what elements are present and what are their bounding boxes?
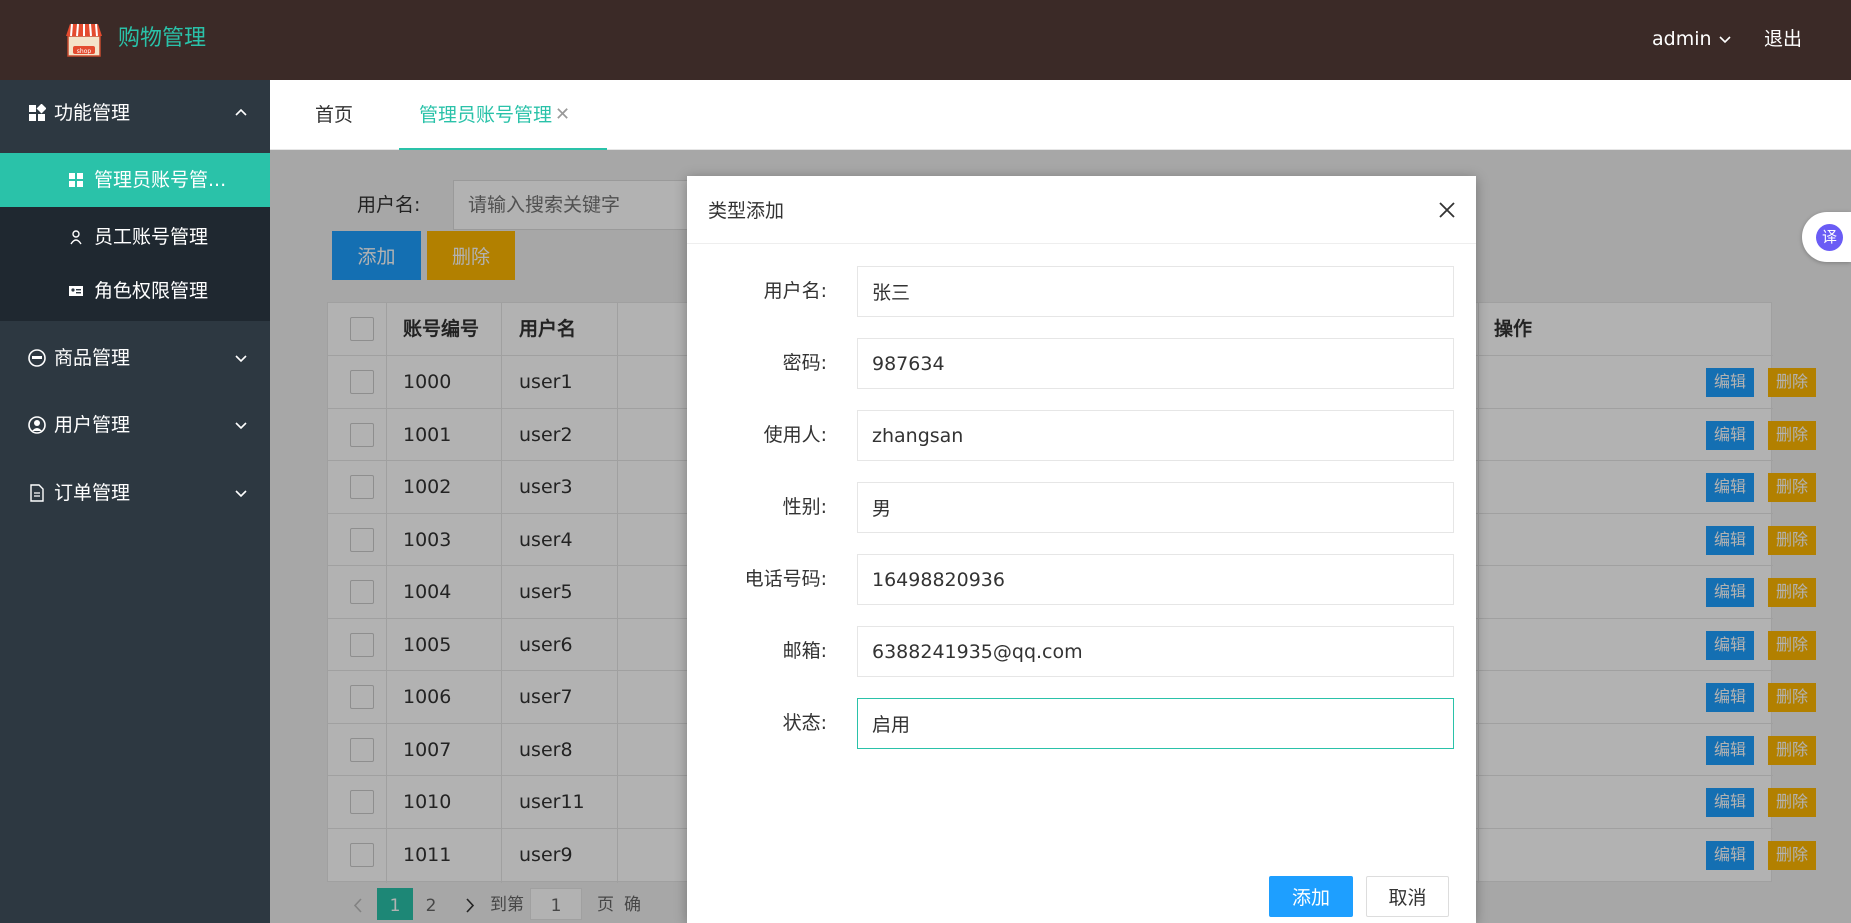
username-label: 用户名: xyxy=(763,280,827,302)
tab-admin-accounts[interactable]: 管理员账号管理 ✕ xyxy=(399,80,607,150)
username-field[interactable] xyxy=(857,266,1454,317)
sidebar-group-label: 订单管理 xyxy=(54,482,131,504)
logout-link[interactable]: 退出 xyxy=(1764,24,1802,54)
dialog-header: 类型添加 xyxy=(687,176,1476,244)
chevron-down-icon xyxy=(1718,36,1731,44)
sidebar-group-label: 功能管理 xyxy=(54,102,131,124)
password-field[interactable] xyxy=(857,338,1454,389)
chevron-down-icon xyxy=(235,355,247,363)
grid-icon xyxy=(69,173,83,187)
dialog-add-button[interactable]: 添加 xyxy=(1269,876,1353,917)
tab-home[interactable]: 首页 xyxy=(315,80,353,150)
person-icon xyxy=(70,230,82,245)
chevron-down-icon xyxy=(235,490,247,498)
sidebar-item-admin-accounts[interactable]: 管理员账号管... xyxy=(0,153,270,207)
close-icon[interactable]: ✕ xyxy=(555,80,570,150)
sidebar-item-role-permissions[interactable]: 角色权限管理 xyxy=(0,264,270,318)
sidebar-group-products[interactable]: 商品管理 xyxy=(0,325,270,393)
chevron-down-icon xyxy=(235,422,247,430)
user-menu[interactable]: admin xyxy=(1652,24,1732,54)
email-field[interactable] xyxy=(857,626,1454,677)
tab-label: 管理员账号管理 xyxy=(419,104,553,126)
translate-button[interactable]: 译 xyxy=(1802,212,1851,262)
shop-icon: shop xyxy=(66,23,102,57)
id-card-icon xyxy=(69,286,83,296)
password-label: 密码: xyxy=(782,352,827,374)
dialog-title: 类型添加 xyxy=(708,200,785,222)
sidebar-item-staff-accounts[interactable]: 员工账号管理 xyxy=(0,210,270,264)
box-icon xyxy=(28,349,46,367)
gender-field[interactable] xyxy=(857,482,1454,533)
user-person-field[interactable] xyxy=(857,410,1454,461)
document-icon xyxy=(30,484,44,502)
phone-label: 电话号码: xyxy=(744,568,827,590)
tabs-bar: 首页 管理员账号管理 ✕ xyxy=(270,80,1851,150)
sidebar-group-label: 商品管理 xyxy=(54,347,131,369)
translate-icon: 译 xyxy=(1816,224,1843,251)
status-field[interactable] xyxy=(857,698,1454,749)
add-type-dialog: 类型添加 用户名: 密码: 使用人: 性别: 电话号码: 邮箱: 状态: 添加 … xyxy=(687,176,1476,923)
user-icon xyxy=(28,416,46,434)
sidebar-item-label: 角色权限管理 xyxy=(94,280,209,302)
dialog-cancel-button[interactable]: 取消 xyxy=(1366,876,1449,917)
email-label: 邮箱: xyxy=(782,640,827,662)
status-label: 状态: xyxy=(782,712,827,734)
sidebar-item-label: 管理员账号管... xyxy=(94,169,227,191)
sidebar-group-function[interactable]: 功能管理 xyxy=(0,80,270,148)
close-icon[interactable] xyxy=(1435,198,1459,222)
sidebar-group-orders[interactable]: 订单管理 xyxy=(0,460,270,528)
sidebar-group-label: 用户管理 xyxy=(54,414,131,436)
grid-icon xyxy=(29,104,46,121)
user-name: admin xyxy=(1652,28,1712,50)
gender-label: 性别: xyxy=(782,496,827,518)
app-title: 购物管理 xyxy=(118,26,207,51)
phone-field[interactable] xyxy=(857,554,1454,605)
svg-text:shop: shop xyxy=(77,48,92,55)
sidebar-submenu: 管理员账号管... 员工账号管理 角色权限管理 xyxy=(0,153,270,321)
sidebar-group-users[interactable]: 用户管理 xyxy=(0,392,270,460)
top-header: shop 购物管理 admin 退出 xyxy=(0,0,1851,80)
user-person-label: 使用人: xyxy=(763,424,827,446)
sidebar: 功能管理 管理员账号管... 员工账号管理 角色权限管理 商品管理 用户管理 订… xyxy=(0,80,270,923)
sidebar-item-label: 员工账号管理 xyxy=(94,226,209,248)
chevron-up-icon xyxy=(235,108,247,116)
